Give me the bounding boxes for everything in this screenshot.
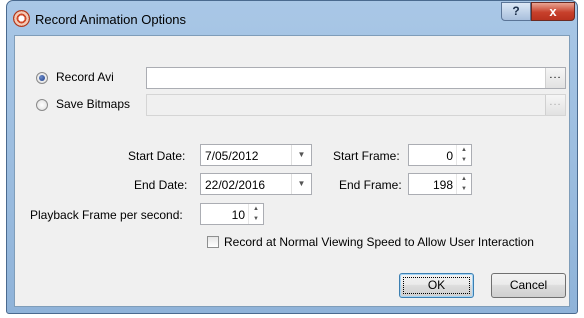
start-frame-value: 0 xyxy=(446,149,453,163)
save-bitmaps-path-field: ... xyxy=(146,94,566,116)
start-frame-label: Start Frame: xyxy=(333,149,400,163)
record-avi-browse-button[interactable]: ... xyxy=(545,68,565,88)
end-frame-stepper[interactable]: 198 ▲ ▼ xyxy=(408,173,472,195)
start-date-label: Start Date: xyxy=(128,149,186,163)
spin-down-icon[interactable]: ▼ xyxy=(457,155,471,165)
start-date-dropdown[interactable]: 7/05/2012 ▼ xyxy=(200,144,312,166)
spin-down-icon[interactable]: ▼ xyxy=(457,184,471,194)
save-bitmaps-label[interactable]: Save Bitmaps xyxy=(56,97,130,111)
end-frame-value: 198 xyxy=(432,178,453,192)
playback-fps-stepper[interactable]: 10 ▲ ▼ xyxy=(200,203,264,225)
start-date-value: 7/05/2012 xyxy=(205,149,259,163)
end-frame-label: End Frame: xyxy=(339,178,402,192)
end-date-dropdown[interactable]: 22/02/2016 ▼ xyxy=(200,173,312,195)
dialog-window: Record Animation Options ? x Record Avi … xyxy=(6,0,578,314)
normal-speed-label[interactable]: Record at Normal Viewing Speed to Allow … xyxy=(224,235,534,249)
spin-up-icon[interactable]: ▲ xyxy=(457,145,471,155)
spin-up-icon[interactable]: ▲ xyxy=(249,204,263,214)
ok-button-label: OK xyxy=(427,278,446,292)
record-avi-label[interactable]: Record Avi xyxy=(56,70,114,84)
window-title: Record Animation Options xyxy=(35,12,187,27)
cancel-button[interactable]: Cancel xyxy=(491,273,566,298)
spin-down-icon[interactable]: ▼ xyxy=(249,214,263,224)
app-icon xyxy=(13,10,30,27)
record-avi-radio[interactable] xyxy=(36,72,48,84)
playback-fps-value: 10 xyxy=(231,208,245,222)
save-bitmaps-radio[interactable] xyxy=(36,99,48,111)
record-avi-path-field[interactable]: ... xyxy=(146,67,566,89)
spin-up-icon[interactable]: ▲ xyxy=(457,174,471,184)
title-bar[interactable]: Record Animation Options ? x xyxy=(7,1,577,35)
ok-button[interactable]: OK xyxy=(399,273,474,298)
playback-fps-label: Playback Frame per second: xyxy=(30,208,183,222)
close-button[interactable]: x xyxy=(531,2,575,21)
save-bitmaps-browse-button: ... xyxy=(545,95,565,115)
normal-speed-checkbox[interactable] xyxy=(207,236,219,248)
dialog-body: Record Avi ... Save Bitmaps ... Start Da… xyxy=(14,35,570,307)
cancel-button-label: Cancel xyxy=(509,278,548,292)
end-date-label: End Date: xyxy=(134,178,188,192)
start-frame-stepper[interactable]: 0 ▲ ▼ xyxy=(408,144,472,166)
chevron-down-icon[interactable]: ▼ xyxy=(291,174,311,194)
help-button[interactable]: ? xyxy=(501,2,531,21)
end-date-value: 22/02/2016 xyxy=(205,178,266,192)
chevron-down-icon[interactable]: ▼ xyxy=(291,145,311,165)
